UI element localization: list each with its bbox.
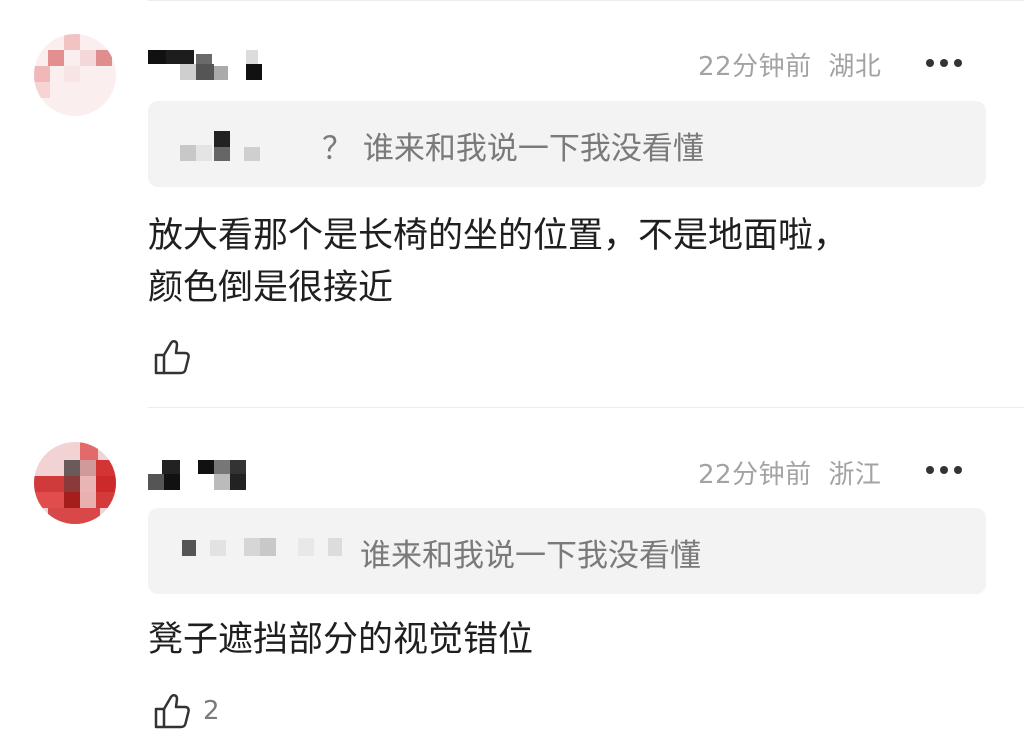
- comment-text-line-2: 颜色倒是很接近: [148, 268, 394, 308]
- comment-divider: [148, 407, 1024, 408]
- timestamp: 22分钟前: [698, 460, 812, 490]
- more-dots-icon[interactable]: [926, 56, 966, 70]
- reply-quote[interactable]: ？ 谁来和我说一下我没看懂: [148, 101, 986, 187]
- location: 湖北: [828, 52, 882, 82]
- comment-text-line-1: 凳子遮挡部分的视觉错位: [148, 620, 534, 660]
- avatar[interactable]: [34, 34, 116, 116]
- username-redacted[interactable]: [148, 46, 278, 80]
- quoted-username-redacted: [182, 540, 196, 556]
- thumbs-up-icon[interactable]: [150, 336, 192, 378]
- top-divider: [148, 0, 1024, 1]
- like-count: 2: [203, 696, 220, 726]
- comment-text: 放大看那个是长椅的坐的位置，不是地面啦， 颜色倒是很接近: [148, 210, 988, 314]
- more-dots-icon[interactable]: [926, 463, 966, 477]
- quoted-username-redacted: [180, 145, 196, 161]
- username-redacted[interactable]: [148, 456, 258, 490]
- comment-meta: 22分钟前 湖北: [698, 46, 881, 83]
- location: 浙江: [828, 460, 882, 490]
- timestamp: 22分钟前: [698, 52, 812, 82]
- avatar[interactable]: [34, 442, 116, 524]
- thumbs-up-icon[interactable]: [150, 690, 192, 732]
- comment-meta: 22分钟前 浙江: [698, 454, 881, 491]
- reply-quote[interactable]: 谁来和我说一下我没看懂: [148, 508, 986, 594]
- comment-text-line-1: 放大看那个是长椅的坐的位置，不是地面啦，: [148, 216, 849, 256]
- comment-text: 凳子遮挡部分的视觉错位: [148, 614, 988, 666]
- quoted-text: ？ 谁来和我说一下我没看懂: [322, 131, 704, 167]
- quoted-text: 谁来和我说一下我没看懂: [360, 538, 701, 574]
